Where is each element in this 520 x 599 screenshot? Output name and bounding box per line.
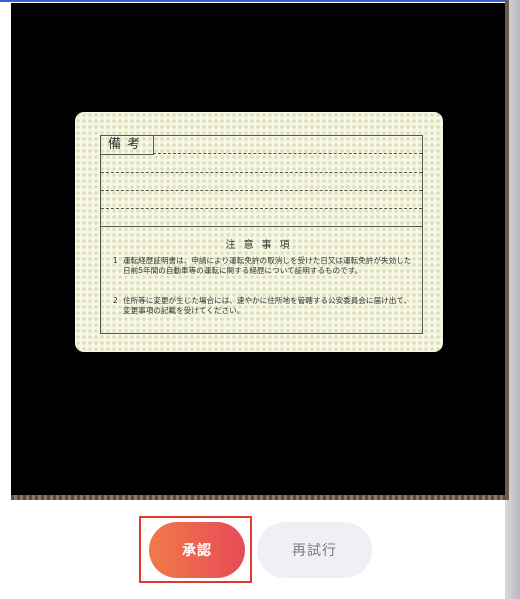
card-frame: 備考 注意事項 1 運転経歴証明書は、申請により運転免許の取消しを受けた日又は運… bbox=[100, 135, 423, 334]
top-border bbox=[0, 0, 520, 2]
notice-item: 2 住所等に変更が生じた場合には、速やかに住所地を管轄する公安委員会に届け出て、… bbox=[113, 296, 418, 317]
remarks-line bbox=[101, 190, 422, 191]
photo-preview: 備考 注意事項 1 運転経歴証明書は、申請により運転免許の取消しを受けた日又は運… bbox=[11, 3, 505, 499]
notice-title: 注意事項 bbox=[225, 240, 298, 251]
remarks-line bbox=[153, 153, 422, 154]
remarks-line bbox=[101, 172, 422, 173]
notice-number: 2 bbox=[113, 296, 118, 305]
notice-text: 住所等に変更が生じた場合には、速やかに住所地を管轄する公安委員会に届け出て、変更… bbox=[123, 296, 412, 316]
frame-bottom-edge bbox=[11, 495, 505, 500]
approve-button[interactable]: 承認 bbox=[149, 522, 245, 578]
retry-button[interactable]: 再試行 bbox=[257, 522, 372, 578]
notice-text: 運転経歴証明書は、申請により運転免許の取消しを受けた日又は運転免許が失効した日前… bbox=[123, 256, 412, 276]
remarks-label: 備考 bbox=[101, 136, 154, 155]
remarks-line bbox=[101, 208, 422, 209]
notice-item: 1 運転経歴証明書は、申請により運転免許の取消しを受けた日又は運転免許が失効した… bbox=[113, 256, 418, 277]
notice-number: 1 bbox=[113, 256, 118, 265]
notice-divider bbox=[101, 226, 422, 227]
license-card-back: 備考 注意事項 1 運転経歴証明書は、申請により運転免許の取消しを受けた日又は運… bbox=[75, 112, 443, 352]
side-panel-shadow bbox=[505, 0, 509, 500]
